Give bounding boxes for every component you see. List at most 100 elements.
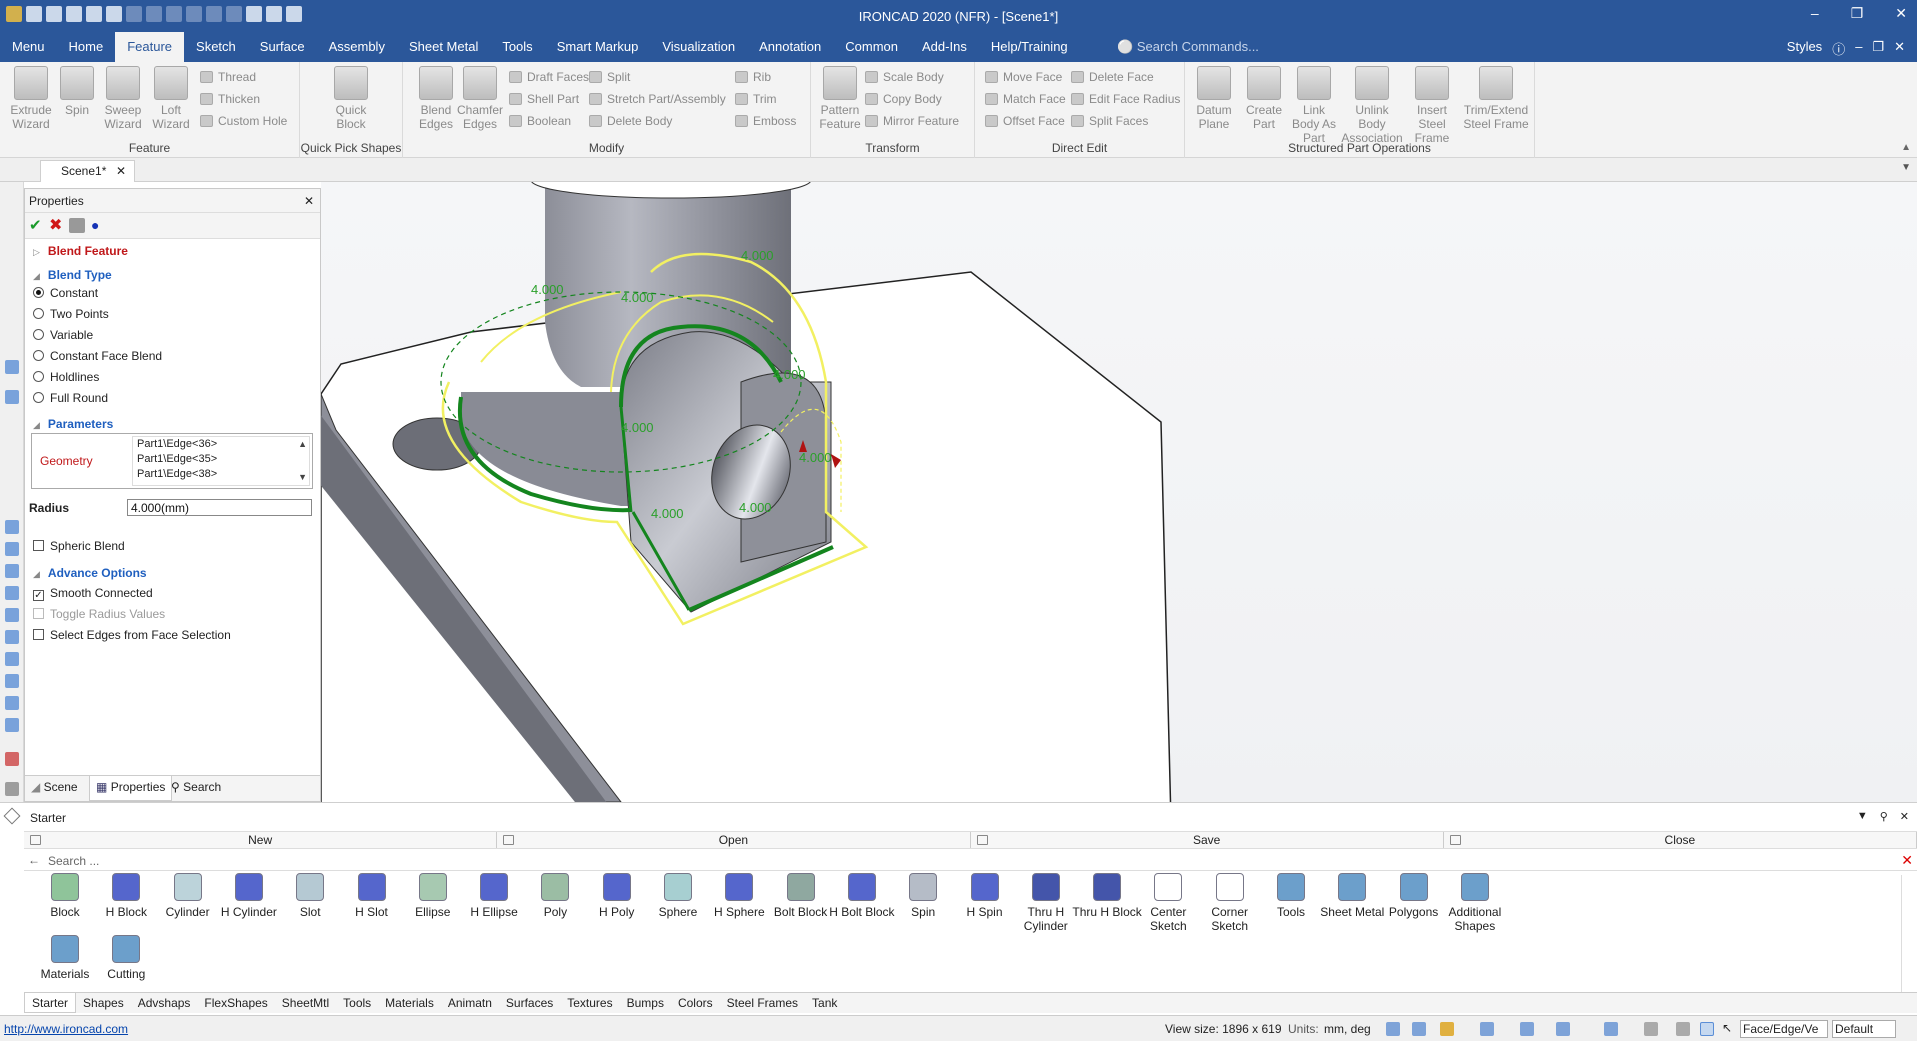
delete-face-button[interactable]: Delete Face [1069,68,1154,86]
shape-corner-sketch[interactable]: Corner Sketch [1195,873,1265,933]
tab-sketch[interactable]: Sketch [184,32,248,62]
loft-wizard-button[interactable]: Loft Wizard [146,66,196,131]
blend-feature-section[interactable]: ▷ Blend Feature [33,244,128,258]
select-arrow-icon[interactable] [1700,1022,1714,1036]
catalog-save-button[interactable]: Save [971,832,1444,848]
category-tab-bumps[interactable]: Bumps [620,993,671,1013]
extrude-wizard-button[interactable]: Extrude Wizard [6,66,56,131]
split-button[interactable]: Split [587,68,630,86]
tool-icon-13[interactable] [5,752,19,766]
catalog-pin-icon[interactable]: ⚲ [1880,810,1888,823]
spheric-blend-checkbox[interactable]: Spheric Blend [33,539,125,553]
catalog-open-button[interactable]: Open [497,832,971,848]
copy-body-button[interactable]: Copy Body [863,90,942,108]
catalog-dropdown-icon[interactable]: ▼ [1857,810,1868,823]
doc-restore-icon[interactable]: ❐ [1872,39,1884,58]
tool-icon-3[interactable] [5,520,19,534]
shape-h-slot[interactable]: H Slot [337,873,407,919]
trim-steel-frame-button[interactable]: Trim/Extend Steel Frame [1461,66,1531,131]
category-tab-starter[interactable]: Starter [24,993,77,1013]
smooth-connected-checkbox[interactable]: ✓ Smooth Connected [33,586,153,601]
shape-additional-shapes[interactable]: Additional Shapes [1440,873,1510,933]
category-tab-steel-frames[interactable]: Steel Frames [720,993,805,1013]
tool-icon-6[interactable] [5,586,19,600]
tool-icon-9[interactable] [5,652,19,666]
category-tab-advshaps[interactable]: Advshaps [131,993,198,1013]
tab-properties[interactable]: ▦ Properties [89,776,173,801]
zoom-box-icon[interactable] [1412,1022,1426,1036]
spin-button[interactable]: Spin [52,66,102,117]
draft-faces-button[interactable]: Draft Faces [507,68,589,86]
mirror-feature-button[interactable]: Mirror Feature [863,112,959,130]
category-tab-materials[interactable]: Materials [378,993,441,1013]
render-icon[interactable] [1440,1022,1454,1036]
insert-steel-frame-button[interactable]: Insert Steel Frame [1407,66,1457,145]
tab-feature[interactable]: Feature [115,32,185,62]
minimize-icon[interactable]: – [1811,5,1819,22]
shape-bolt-block[interactable]: Bolt Block [766,873,836,919]
tab-tools[interactable]: Tools [490,32,544,62]
shape-polygons[interactable]: Polygons [1379,873,1449,919]
offset-face-button[interactable]: Offset Face [983,112,1065,130]
shape-h-ellipse[interactable]: H Ellipse [459,873,529,919]
tab-sheet-metal[interactable]: Sheet Metal [397,32,490,62]
tab-assembly[interactable]: Assembly [317,32,397,62]
match-face-button[interactable]: Match Face [983,90,1066,108]
tool-icon-2[interactable] [5,390,19,404]
tool-icon-11[interactable] [5,696,19,710]
help-icon[interactable]: ⓘ [1832,39,1845,58]
geometry-item[interactable]: Part1\Edge<36> [137,437,309,452]
move-face-button[interactable]: Move Face [983,68,1062,86]
back-arrow-icon[interactable]: ← [28,853,40,867]
tab-surface[interactable]: Surface [248,32,317,62]
default-select[interactable]: Default [1832,1020,1896,1038]
shape-thru-h-cylinder[interactable]: Thru H Cylinder [1011,873,1081,933]
tab-menu[interactable]: Menu [0,32,57,62]
pointer-icon[interactable]: ↖ [1722,1021,1732,1035]
camera-icon[interactable] [1520,1022,1534,1036]
shape-poly[interactable]: Poly [520,873,590,919]
delete-body-button[interactable]: Delete Body [587,112,672,130]
radio-holdlines[interactable]: Holdlines [33,370,99,384]
shape-spin[interactable]: Spin [888,873,958,919]
tab-home[interactable]: Home [57,32,116,62]
styles-menu[interactable]: Styles [1787,39,1822,58]
category-tab-sheetmtl[interactable]: SheetMtl [275,993,336,1013]
doc-minimize-icon[interactable]: – [1855,39,1862,58]
selection-filter-select[interactable]: Face/Edge/Ve [1740,1020,1828,1038]
tool-icon-5[interactable] [5,564,19,578]
clear-search-icon[interactable]: ✕ [1901,852,1913,869]
preview-icon[interactable] [69,218,85,233]
dim-label[interactable]: 4.000 [621,420,654,435]
tool-icon-8[interactable] [5,630,19,644]
shape-sphere[interactable]: Sphere [643,873,713,919]
edit-face-radius-button[interactable]: Edit Face Radius [1069,90,1180,108]
search-commands[interactable]: ⚪ Search Commands... [1117,39,1259,55]
split-faces-button[interactable]: Split Faces [1069,112,1148,130]
shape-tools[interactable]: Tools [1256,873,1326,919]
catalog-search[interactable]: ← Search ... ✕ [24,851,1917,871]
shell-part-button[interactable]: Shell Part [507,90,579,108]
dim-label[interactable]: 4.000 [651,506,684,521]
zoom-icon[interactable] [1386,1022,1400,1036]
parameters-section[interactable]: ◢ Parameters [33,417,113,431]
dim-label[interactable]: 4.000 [773,367,806,382]
close-tab-icon[interactable]: ✕ [116,161,126,181]
geometry-item[interactable]: Part1\Edge<35> [137,452,309,467]
category-tab-tools[interactable]: Tools [336,993,378,1013]
shape-materials[interactable]: Materials [30,935,100,981]
category-tab-textures[interactable]: Textures [560,993,619,1013]
catalog-scrollbar[interactable] [1901,875,1913,995]
3d-viewport[interactable]: 4.000 4.000 4.000 4.000 4.000 4.000 4.00… [321,182,1917,802]
radio-full-round[interactable]: Full Round [33,391,108,405]
tab-visualization[interactable]: Visualization [650,32,747,62]
dim-label[interactable]: 4.000 [621,290,654,305]
shading-icon[interactable] [1644,1022,1658,1036]
pattern-feature-button[interactable]: Pattern Feature [815,66,865,131]
shape-h-bolt-block[interactable]: H Bolt Block [827,873,897,919]
shape-slot[interactable]: Slot [275,873,345,919]
unlink-body-button[interactable]: Unlink Body Association [1341,66,1403,145]
section-icon[interactable] [1556,1022,1570,1036]
advance-options-section[interactable]: ◢ Advance Options [33,566,147,580]
close-properties-icon[interactable]: ✕ [304,189,314,213]
